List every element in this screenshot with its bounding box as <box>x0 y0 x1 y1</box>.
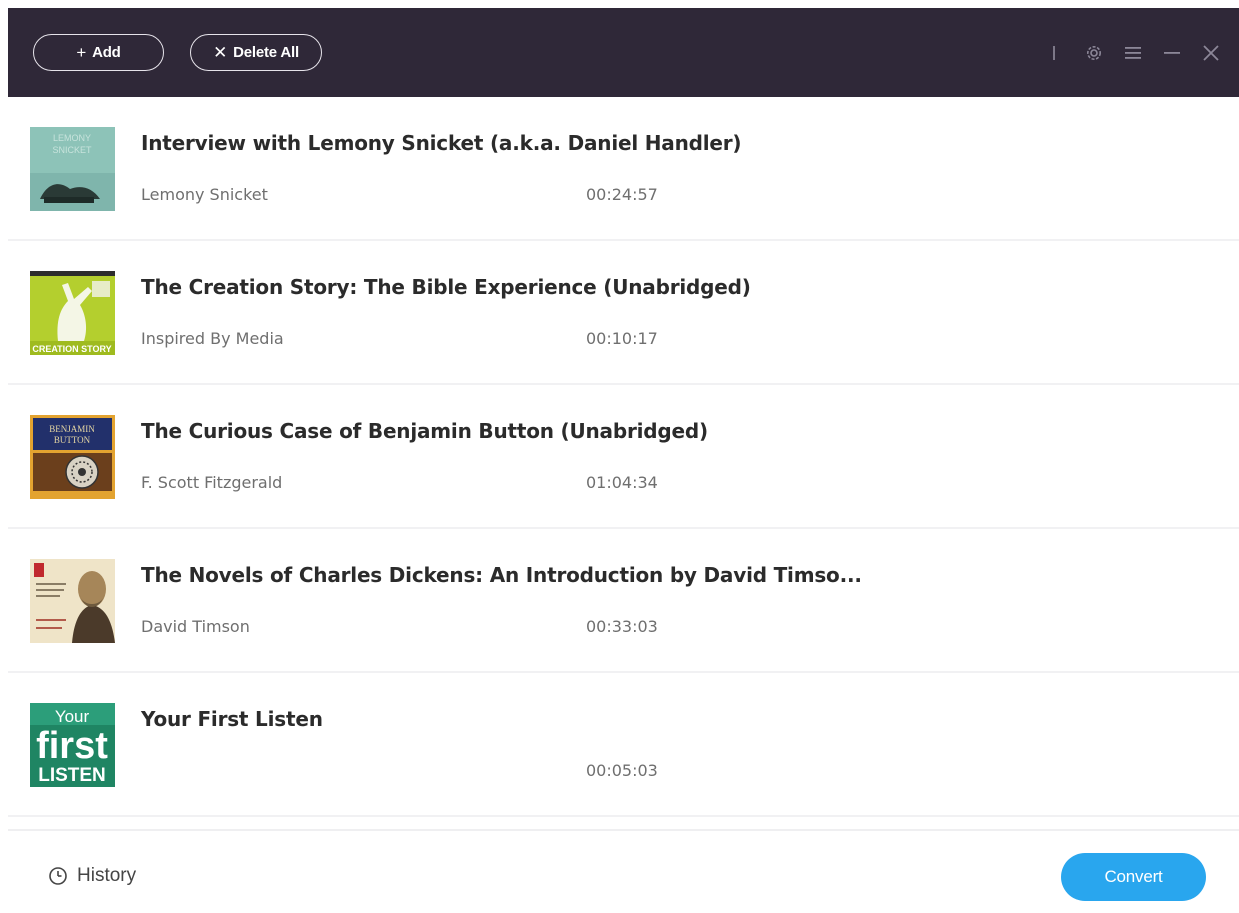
close-icon[interactable] <box>1200 8 1222 97</box>
footer-bar: History Convert <box>8 829 1239 913</box>
audiobook-list: LEMONY SNICKET Interview with Lemony Sni… <box>8 97 1239 829</box>
cover-text: CREATION STORY <box>32 344 111 354</box>
book-title: The Creation Story: The Bible Experience… <box>141 275 751 299</box>
clock-icon <box>49 867 67 885</box>
toolbar-separator <box>1053 8 1055 97</box>
book-duration: 00:05:03 <box>586 761 658 780</box>
book-title: Your First Listen <box>141 707 323 731</box>
cover-text: BUTTON <box>54 435 91 445</box>
book-duration: 00:24:57 <box>586 185 658 204</box>
cover-text: LEMONY <box>53 133 91 143</box>
minimize-icon[interactable] <box>1161 8 1183 97</box>
cover-image: LEMONY SNICKET <box>30 127 115 211</box>
cover-image: CREATION STORY <box>30 271 115 355</box>
plus-icon: + <box>76 43 87 62</box>
convert-button[interactable]: Convert <box>1061 853 1206 901</box>
list-item[interactable]: Your first LISTEN Your First Listen 00:0… <box>8 673 1239 817</box>
history-label: History <box>77 865 137 886</box>
cover-text: LISTEN <box>38 765 106 786</box>
book-title: The Curious Case of Benjamin Button (Una… <box>141 419 708 443</box>
add-button-label: Add <box>92 44 121 61</box>
cover-image: Your first LISTEN <box>30 703 115 787</box>
book-duration: 01:04:34 <box>586 473 658 492</box>
list-item[interactable]: The Novels of Charles Dickens: An Introd… <box>8 529 1239 673</box>
book-author: Inspired By Media <box>141 329 284 348</box>
list-item[interactable]: CREATION STORY The Creation Story: The B… <box>8 241 1239 385</box>
cover-text: SNICKET <box>52 145 92 155</box>
list-item[interactable]: BENJAMIN BUTTON The Curious Case of Benj… <box>8 385 1239 529</box>
book-duration: 00:10:17 <box>586 329 658 348</box>
book-author: F. Scott Fitzgerald <box>141 473 283 492</box>
book-author: Lemony Snicket <box>141 185 268 204</box>
cover-text: Your <box>55 707 90 726</box>
add-button[interactable]: + Add <box>33 34 164 71</box>
cover-text: BENJAMIN <box>49 424 95 434</box>
book-duration: 00:33:03 <box>586 617 658 636</box>
cover-image: BENJAMIN BUTTON <box>30 415 115 499</box>
history-button[interactable]: History <box>48 865 136 887</box>
book-author: David Timson <box>141 617 250 636</box>
cover-text: first <box>36 725 108 767</box>
list-item[interactable]: LEMONY SNICKET Interview with Lemony Sni… <box>8 97 1239 241</box>
app-window: + Add ✕ Delete All LEMONY SNICKET Interv… <box>8 8 1239 913</box>
menu-icon[interactable] <box>1122 8 1144 97</box>
cover-image <box>30 559 115 643</box>
gear-icon[interactable] <box>1083 8 1105 97</box>
title-bar: + Add ✕ Delete All <box>8 8 1239 97</box>
delete-all-button[interactable]: ✕ Delete All <box>190 34 322 71</box>
book-title: The Novels of Charles Dickens: An Introd… <box>141 563 862 587</box>
x-icon: ✕ <box>213 43 228 62</box>
delete-all-button-label: Delete All <box>233 44 299 61</box>
book-title: Interview with Lemony Snicket (a.k.a. Da… <box>141 131 742 155</box>
